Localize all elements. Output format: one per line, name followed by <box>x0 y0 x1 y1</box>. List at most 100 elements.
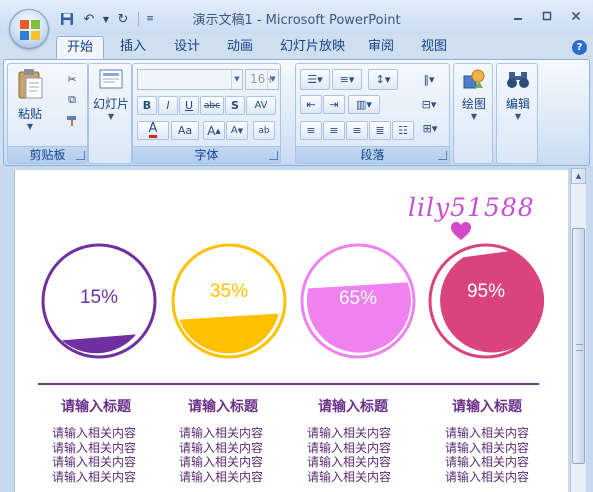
new-slide-icon <box>91 68 131 93</box>
paste-button[interactable]: 粘贴 ▼ <box>12 68 48 131</box>
chevron-down-icon: ▼ <box>470 112 478 121</box>
strikethrough-button[interactable]: abc <box>200 96 224 115</box>
body-line: 请输入相关内容 <box>307 470 392 485</box>
maximize-button[interactable] <box>533 6 560 26</box>
heart-icon <box>451 222 471 240</box>
tab-review[interactable]: 审阅 <box>358 36 404 60</box>
office-logo-icon <box>20 20 40 40</box>
body-line: 请输入相关内容 <box>52 455 137 470</box>
slides-group: 幻灯片 ▼ <box>88 63 132 164</box>
underline-button[interactable]: U <box>179 96 199 115</box>
new-slide-button[interactable]: 幻灯片 ▼ <box>91 68 131 121</box>
ribbon-tabs: 开始 插入 设计 动画 幻灯片放映 审阅 视图 ? <box>0 34 593 60</box>
dialog-launcher-icon[interactable] <box>269 151 278 160</box>
column-1-title[interactable]: 请输入标题 <box>58 396 134 416</box>
paragraph-group: ☰▾ ≡▾ ↕▾ ‖▾ ⇤ ⇥ ▥▾ ⊟▾ ≡ ≡ ≡ ≣ ☷ ⊞▾ 段落 <box>295 63 450 164</box>
tab-view[interactable]: 视图 <box>411 36 457 60</box>
align-text-button[interactable]: ⊟▾ <box>416 95 442 114</box>
justify-button[interactable]: ≣ <box>369 121 391 140</box>
distributed-button[interactable]: ☷ <box>392 121 414 140</box>
body-line: 请输入相关内容 <box>307 440 392 455</box>
column-4-body[interactable]: 请输入相关内容 请输入相关内容 请输入相关内容 请输入相关内容 <box>445 426 529 485</box>
body-line: 请输入相关内容 <box>52 440 137 455</box>
signature-text: lily51588 <box>408 193 535 222</box>
shadow-button[interactable]: S <box>225 96 245 115</box>
decrease-indent-button[interactable]: ⇤ <box>300 95 322 114</box>
cut-icon[interactable]: ✂ <box>62 70 82 88</box>
column-3-body[interactable]: 请输入相关内容 请输入相关内容 请输入相关内容 请输入相关内容 <box>307 426 391 485</box>
column-3-title[interactable]: 请输入标题 <box>315 396 391 416</box>
body-line: 请输入相关内容 <box>179 426 264 440</box>
increase-indent-button[interactable]: ⇥ <box>323 95 345 114</box>
copy-icon[interactable]: ⧉ <box>62 91 82 109</box>
numbering-button[interactable]: ≡▾ <box>332 69 362 90</box>
paste-icon <box>12 68 48 103</box>
clipboard-group: 粘贴 ▼ ✂ ⧉ 剪贴板 <box>7 63 88 164</box>
dialog-launcher-icon[interactable] <box>438 151 447 160</box>
gauge-3-percent: 65% <box>338 288 378 309</box>
bold-button[interactable]: B <box>137 96 157 115</box>
tab-animations[interactable]: 动画 <box>217 36 263 60</box>
text-direction-button[interactable]: ‖▾ <box>416 69 442 90</box>
scroll-thumb[interactable] <box>572 228 585 464</box>
tab-home[interactable]: 开始 <box>56 36 105 60</box>
scroll-up-button[interactable]: ▲ <box>571 168 586 184</box>
chevron-down-icon: ▼ <box>231 70 242 89</box>
binoculars-icon <box>498 68 538 93</box>
paragraph-group-label: 段落 <box>296 146 449 163</box>
body-line: 请输入相关内容 <box>52 426 137 440</box>
divider-line <box>38 383 539 385</box>
columns-button[interactable]: ▥▾ <box>348 95 380 114</box>
line-spacing-button[interactable]: ↕▾ <box>368 69 398 90</box>
editing-group: 编辑 ▼ <box>496 63 538 164</box>
smartart-button[interactable]: ⊞▾ <box>418 119 442 138</box>
font-color-button[interactable]: A <box>137 121 169 140</box>
gauge-1-percent: 15% <box>79 287 119 308</box>
minimize-button[interactable] <box>504 6 531 26</box>
body-line: 请输入相关内容 <box>52 470 137 485</box>
vertical-scrollbar[interactable]: ▲ <box>570 168 586 492</box>
column-2-title[interactable]: 请输入标题 <box>185 396 261 416</box>
chevron-down-icon: ▼ <box>107 112 115 121</box>
editing-label: 编辑 <box>505 97 530 111</box>
italic-button[interactable]: I <box>158 96 178 115</box>
shrink-font-button[interactable]: A ▼ <box>226 121 248 140</box>
drawing-button[interactable]: 绘图 ▼ <box>455 68 493 121</box>
drawing-label: 绘图 <box>461 97 486 111</box>
help-icon[interactable]: ? <box>572 40 587 55</box>
shapes-icon <box>455 68 493 93</box>
slides-label: 幻灯片 <box>92 97 129 111</box>
align-left-button[interactable]: ≡ <box>300 121 322 140</box>
window-controls <box>504 6 589 26</box>
gauge-fill <box>179 313 279 354</box>
character-spacing-button[interactable]: AV <box>246 96 276 115</box>
font-color-icon: A <box>148 121 158 138</box>
bullets-button[interactable]: ☰▾ <box>300 69 330 90</box>
column-4-title[interactable]: 请输入标题 <box>449 396 525 416</box>
font-size-select[interactable]: 16+ ▼ <box>245 69 279 90</box>
grow-font-button[interactable]: A ▲ <box>203 121 225 140</box>
tab-design[interactable]: 设计 <box>164 36 210 60</box>
gauge-4-percent: 95% <box>466 281 506 302</box>
align-right-button[interactable]: ≡ <box>346 121 368 140</box>
tab-insert[interactable]: 插入 <box>110 36 156 60</box>
column-1-body[interactable]: 请输入相关内容 请输入相关内容 请输入相关内容 请输入相关内容 <box>52 426 136 485</box>
body-line: 请输入相关内容 <box>307 455 392 470</box>
align-center-button[interactable]: ≡ <box>323 121 345 140</box>
change-case-button[interactable]: Aa <box>171 121 199 140</box>
column-2-body[interactable]: 请输入相关内容 请输入相关内容 请输入相关内容 请输入相关内容 <box>179 426 263 485</box>
close-button[interactable] <box>562 6 589 26</box>
ribbon: 粘贴 ▼ ✂ ⧉ 剪贴板 幻灯片 ▼ ▼ 16+ ▼ B I U abc S A… <box>3 59 590 166</box>
tab-slideshow[interactable]: 幻灯片放映 <box>270 36 355 60</box>
chevron-down-icon: ▼ <box>267 70 278 89</box>
title-bar: ↶ ▼ ↻ ≡ 演示文稿1 - Microsoft PowerPoint <box>0 0 593 34</box>
format-painter-icon[interactable] <box>62 112 82 130</box>
body-line: 请输入相关内容 <box>179 470 264 485</box>
body-line: 请输入相关内容 <box>179 440 264 455</box>
office-button[interactable] <box>9 9 49 49</box>
clear-formatting-button[interactable]: ab <box>253 121 275 140</box>
font-name-select[interactable]: ▼ <box>137 69 243 90</box>
editing-button[interactable]: 编辑 ▼ <box>498 68 538 121</box>
dialog-launcher-icon[interactable] <box>76 151 85 160</box>
chevron-down-icon: ▼ <box>514 112 522 121</box>
